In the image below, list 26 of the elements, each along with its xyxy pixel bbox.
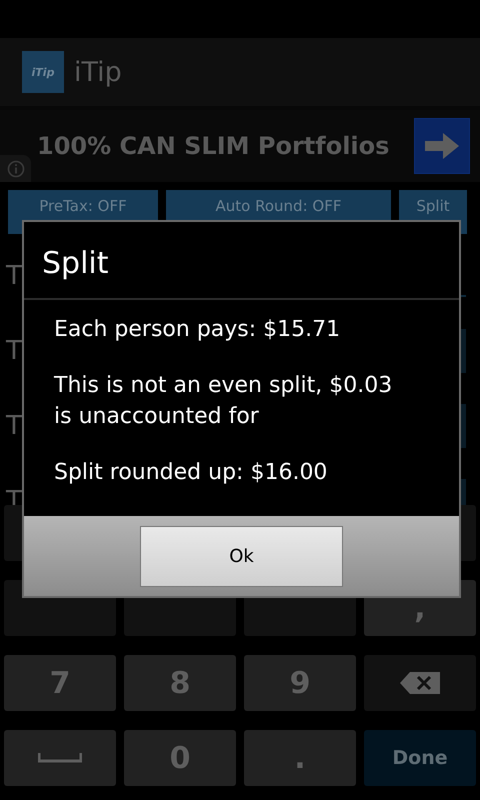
row-label: T — [6, 336, 22, 366]
done-key[interactable]: Done — [364, 730, 476, 786]
app-title: iTip — [74, 56, 122, 88]
space-icon — [38, 753, 82, 763]
key[interactable]: 9 — [244, 655, 356, 711]
key[interactable]: 8 — [124, 655, 236, 711]
app-logo: iTip — [22, 51, 64, 93]
dialog-message: This is not an even split, $0.03 is unaccounted for — [54, 372, 394, 431]
ok-button[interactable]: Ok — [140, 526, 343, 586]
info-icon — [6, 160, 24, 178]
key[interactable]: . — [244, 730, 356, 786]
backspace-icon — [400, 672, 440, 694]
key[interactable]: 0 — [124, 730, 236, 786]
ad-banner[interactable]: 100% CAN SLIM Portfolios — [0, 110, 480, 182]
ad-text: 100% CAN SLIM Portfolios — [37, 132, 390, 160]
dialog-title: Split — [24, 222, 459, 300]
right-arrow-icon — [425, 133, 459, 159]
space-key[interactable] — [4, 730, 116, 786]
dialog-message: Each person pays: $15.71 — [54, 316, 342, 344]
row-label: T — [6, 260, 22, 290]
info-button[interactable] — [0, 155, 31, 182]
backspace-key[interactable] — [364, 655, 476, 711]
row-label: T — [6, 410, 22, 440]
arrow-button[interactable] — [414, 118, 470, 174]
key[interactable]: 7 — [4, 655, 116, 711]
dialog-message: Split rounded up: $16.00 — [54, 459, 328, 487]
